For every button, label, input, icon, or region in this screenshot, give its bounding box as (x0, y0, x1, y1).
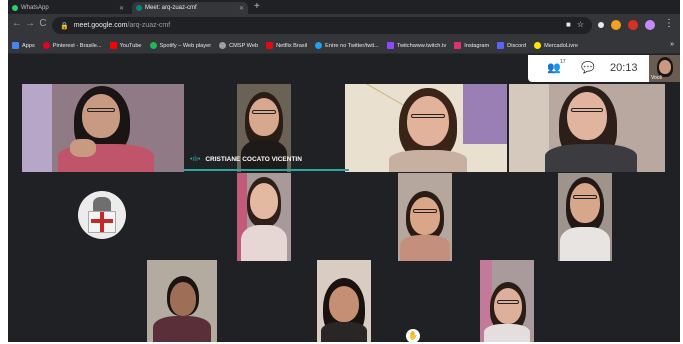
bookmark-twitter[interactable]: Entre no Twitter/twit... (315, 42, 379, 49)
raise-hand-button[interactable]: ✋ (406, 329, 420, 342)
self-view[interactable]: Você (649, 55, 680, 82)
participant-tile[interactable] (317, 260, 371, 342)
tab-whatsapp[interactable]: WhatsApp ✕ (8, 2, 128, 14)
bookmark-discord[interactable]: Discord (497, 42, 526, 49)
participant-tile[interactable] (398, 173, 452, 261)
participant-tile[interactable] (147, 260, 217, 342)
active-speaker-label: •ılı• CRISTIANE COCATO VICENTIN (186, 151, 352, 167)
camera-icon[interactable]: ■ (566, 20, 571, 29)
participant-avatar[interactable] (78, 191, 126, 239)
pinterest-icon (42, 42, 50, 49)
participant-tile[interactable] (345, 84, 507, 172)
lock-icon: 🔒 (60, 22, 69, 30)
bookmark-instagram[interactable]: Instagram (454, 42, 489, 49)
participant-name: CRISTIANE COCATO VICENTIN (205, 155, 302, 163)
mercadolivre-icon (534, 42, 542, 49)
participant-tile[interactable] (480, 260, 534, 342)
avatar[interactable] (645, 20, 655, 30)
url-host: meet.google.com (73, 22, 128, 29)
bookmark-twitch[interactable]: Twitchwww.twitch.tv (386, 42, 446, 49)
star-icon[interactable]: ☆ (577, 20, 584, 29)
browser-window: WhatsApp ✕ Meet: arq-zuaz-cmf ✕ + ← → C … (8, 0, 680, 342)
extensions (598, 20, 655, 30)
chat-icon[interactable]: 💬 (580, 60, 596, 76)
instagram-icon (454, 42, 462, 49)
bookmarks-more-icon[interactable]: » (670, 41, 674, 48)
close-icon[interactable]: ✕ (239, 5, 244, 12)
bookmark-mercadolivre[interactable]: MercadoLivre (534, 42, 578, 49)
url-path: /arq-zuaz-cmf (127, 22, 171, 29)
menu-icon[interactable]: ⋮ (664, 18, 674, 29)
back-icon[interactable]: ← (10, 18, 24, 29)
close-icon[interactable]: ✕ (119, 5, 124, 12)
tab-label: WhatsApp (21, 5, 49, 11)
address-bar[interactable]: 🔒 meet.google.com /arq-zuaz-cmf ■ ☆ (52, 17, 592, 34)
bookmark-netflix[interactable]: Netflix Brasil (266, 42, 307, 49)
bookmark-apps[interactable]: Apps (12, 42, 35, 49)
extension-icon[interactable] (611, 20, 621, 30)
cast-icon[interactable] (598, 22, 604, 28)
participant-tile[interactable] (509, 84, 665, 172)
extension-icon[interactable] (628, 20, 638, 30)
new-tab-button[interactable]: + (254, 1, 260, 12)
meet-grid: •ılı• CRISTIANE COCATO VICENTIN ✋ 👥 17 💬… (8, 55, 680, 342)
bookmark-cmsp[interactable]: CMSP Web (219, 42, 258, 49)
bookmarks-bar: Apps Pinterest - Brasile... YouTube Spot… (8, 38, 680, 54)
tab-meet[interactable]: Meet: arq-zuaz-cmf ✕ (132, 2, 248, 14)
netflix-icon (266, 42, 274, 49)
audio-speaking-icon: •ılı• (190, 155, 201, 163)
bookmark-pinterest[interactable]: Pinterest - Brasile... (42, 42, 102, 49)
toolbar: ← → C 🔒 meet.google.com /arq-zuaz-cmf ■ … (8, 14, 680, 38)
meet-icon (136, 5, 142, 11)
twitch-icon (386, 42, 394, 49)
participant-tile[interactable] (22, 84, 184, 172)
active-speaker-indicator (183, 169, 349, 171)
tab-strip: WhatsApp ✕ Meet: arq-zuaz-cmf ✕ + (8, 0, 680, 14)
apps-icon (12, 42, 19, 49)
hand-icon: ✋ (408, 331, 418, 340)
youtube-icon (109, 42, 117, 49)
discord-icon (497, 42, 505, 49)
participants-count: 17 (560, 59, 566, 65)
bookmark-youtube[interactable]: YouTube (109, 42, 142, 49)
participant-tile[interactable] (558, 173, 612, 261)
reload-icon[interactable]: C (36, 18, 50, 29)
bookmark-spotify[interactable]: Spotify – Web player (149, 42, 211, 49)
cmsp-icon (219, 42, 227, 49)
tab-label: Meet: arq-zuaz-cmf (145, 5, 197, 11)
meeting-clock: 20:13 (610, 62, 638, 74)
twitter-icon (315, 42, 323, 49)
self-label: Você (651, 75, 663, 81)
whatsapp-icon (12, 5, 18, 11)
spotify-icon (149, 42, 157, 49)
participant-tile[interactable] (237, 173, 291, 261)
forward-icon[interactable]: → (23, 18, 37, 29)
